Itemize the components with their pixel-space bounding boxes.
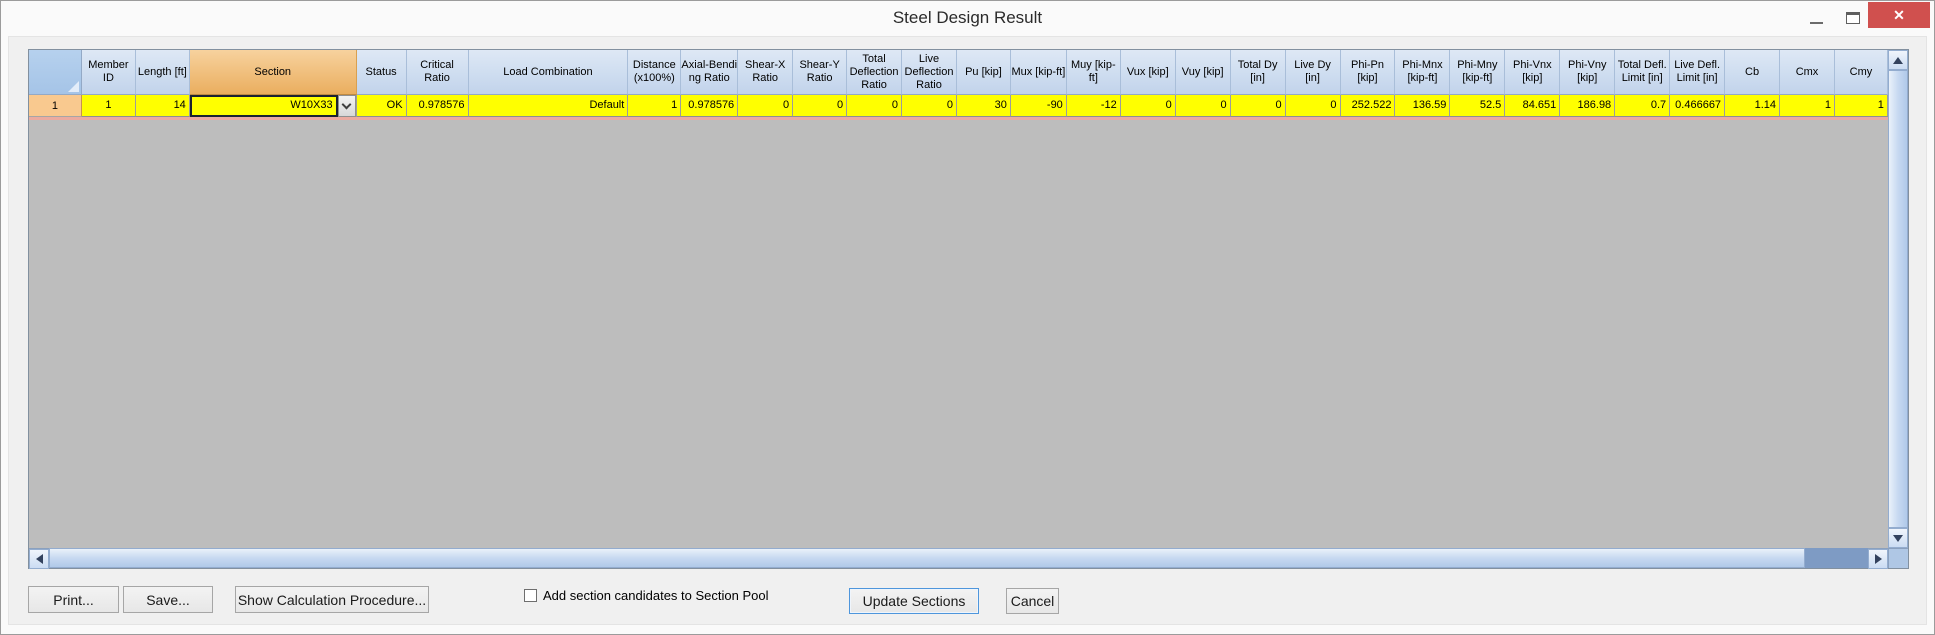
window-title: Steel Design Result <box>892 8 1043 27</box>
section-combo-dropdown-button[interactable] <box>337 95 356 117</box>
scroll-right-button[interactable] <box>1868 549 1888 569</box>
column-header-live-deflection-ratio[interactable]: Live Deflection Ratio <box>902 50 957 95</box>
steel-design-result-dialog: Steel Design Result ✕ Member ID Length [f… <box>0 0 1935 635</box>
cell-live-dy-in[interactable]: 0 <box>1285 95 1341 117</box>
cell-phi-mny-kip-ft[interactable]: 52.5 <box>1450 95 1506 117</box>
column-header-muy-kip-ft[interactable]: Muy [kip-ft] <box>1066 50 1121 95</box>
column-header-live-dy-in[interactable]: Live Dy [in] <box>1285 50 1341 95</box>
maximize-button[interactable] <box>1838 5 1868 31</box>
cell-cmx[interactable]: 1 <box>1780 95 1835 117</box>
horizontal-scrollbar[interactable] <box>29 548 1890 569</box>
dialog-content: Member ID Length [ft] Section Status Critica… <box>8 36 1927 625</box>
column-header-length-ft[interactable]: Length [ft] <box>135 50 190 95</box>
cell-shear-x-ratio[interactable]: 0 <box>738 95 794 117</box>
cell-section-combo[interactable]: W10X33 <box>189 95 357 117</box>
scroll-up-button[interactable] <box>1888 50 1908 70</box>
column-header-phi-vny-kip[interactable]: Phi-Vny [kip] <box>1560 50 1616 95</box>
column-header-cmx[interactable]: Cmx <box>1780 50 1835 95</box>
cell-member-id[interactable]: 1 <box>81 95 136 117</box>
scroll-right-icon <box>1874 554 1882 564</box>
column-header-pu-kip[interactable]: Pu [kip] <box>956 50 1011 95</box>
grid-header-row: Member ID Length [ft] Section Status Critica… <box>29 50 1888 95</box>
column-header-vuy-kip[interactable]: Vuy [kip] <box>1175 50 1231 95</box>
titlebar[interactable]: Steel Design Result ✕ <box>1 1 1934 36</box>
scroll-down-icon <box>1893 534 1903 542</box>
cell-live-deflection-ratio[interactable]: 0 <box>902 95 957 117</box>
cell-distance[interactable]: 1 <box>628 95 682 117</box>
cancel-button[interactable]: Cancel <box>1006 588 1059 614</box>
scroll-left-icon <box>35 554 43 564</box>
print-button[interactable]: Print... <box>28 586 119 613</box>
scroll-up-icon <box>1893 56 1903 64</box>
cell-status[interactable]: OK <box>356 95 407 117</box>
column-header-phi-vnx-kip[interactable]: Phi-Vnx [kip] <box>1505 50 1561 95</box>
column-header-cmy[interactable]: Cmy <box>1834 50 1888 95</box>
cell-axial-bending-ratio[interactable]: 0.978576 <box>681 95 739 117</box>
cell-phi-vnx-kip[interactable]: 84.651 <box>1505 95 1561 117</box>
vertical-scrollbar[interactable] <box>1888 50 1908 548</box>
section-combo-value[interactable]: W10X33 <box>189 95 338 117</box>
column-header-load-combination[interactable]: Load Combination <box>468 50 629 95</box>
cell-load-combination[interactable]: Default <box>468 95 629 117</box>
cell-phi-vny-kip[interactable]: 186.98 <box>1560 95 1616 117</box>
scrollbar-corner <box>1888 548 1908 568</box>
results-grid: Member ID Length [ft] Section Status Critica… <box>28 49 1909 569</box>
cell-total-dy-in[interactable]: 0 <box>1230 95 1286 117</box>
cell-mux-kip-ft[interactable]: -90 <box>1010 95 1067 117</box>
cell-total-defl-limit-in[interactable]: 0.7 <box>1615 95 1671 117</box>
column-header-mux-kip-ft[interactable]: Mux [kip-ft] <box>1010 50 1067 95</box>
column-header-member-id[interactable]: Member ID <box>81 50 136 95</box>
column-header-shear-y-ratio[interactable]: Shear-Y Ratio <box>793 50 848 95</box>
cell-phi-mnx-kip-ft[interactable]: 136.59 <box>1395 95 1451 117</box>
minimize-icon <box>1809 22 1823 24</box>
column-header-section[interactable]: Section <box>189 50 357 95</box>
horizontal-scroll-thumb[interactable] <box>49 548 1805 568</box>
cell-cb[interactable]: 1.14 <box>1725 95 1780 117</box>
cell-muy-kip-ft[interactable]: -12 <box>1066 95 1121 117</box>
update-sections-button[interactable]: Update Sections <box>849 588 979 614</box>
column-header-vux-kip[interactable]: Vux [kip] <box>1120 50 1176 95</box>
horizontal-scroll-track[interactable] <box>1805 548 1868 568</box>
column-header-total-defl-limit-in[interactable]: Total Defl. Limit [in] <box>1615 50 1671 95</box>
column-header-distance[interactable]: Distance (x100%) <box>628 50 682 95</box>
cell-vux-kip[interactable]: 0 <box>1120 95 1176 117</box>
column-header-phi-pn-kip[interactable]: Phi-Pn [kip] <box>1340 50 1396 95</box>
cell-cmy[interactable]: 1 <box>1834 95 1888 117</box>
cell-total-deflection-ratio[interactable]: 0 <box>847 95 902 117</box>
grid-data-row: 1 1 14 W10X33 OK 0.978576 Default 1 0.978576 0 0 0… <box>29 95 1888 117</box>
column-header-total-dy-in[interactable]: Total Dy [in] <box>1230 50 1286 95</box>
add-section-candidates-label: Add section candidates to Section Pool <box>543 588 769 603</box>
cell-shear-y-ratio[interactable]: 0 <box>793 95 848 117</box>
vertical-scroll-thumb[interactable] <box>1888 70 1908 528</box>
cell-critical-ratio[interactable]: 0.978576 <box>406 95 469 117</box>
column-header-total-deflection-ratio[interactable]: Total Deflection Ratio <box>847 50 903 95</box>
scroll-down-button[interactable] <box>1888 528 1908 548</box>
cell-pu-kip[interactable]: 30 <box>956 95 1011 117</box>
column-header-axial-bending-ratio[interactable]: Axial-Bendi ng Ratio <box>681 50 739 95</box>
cell-phi-pn-kip[interactable]: 252.522 <box>1340 95 1396 117</box>
save-button[interactable]: Save... <box>123 586 213 613</box>
maximize-icon <box>1846 12 1860 24</box>
cell-live-defl-limit-in[interactable]: 0.466667 <box>1670 95 1726 117</box>
close-button[interactable]: ✕ <box>1868 2 1930 28</box>
chevron-down-icon <box>341 99 352 109</box>
select-all-triangle-icon <box>67 81 79 92</box>
column-header-phi-mny-kip-ft[interactable]: Phi-Mny [kip-ft] <box>1450 50 1506 95</box>
add-section-candidates-checkbox[interactable] <box>524 589 537 602</box>
cell-length-ft[interactable]: 14 <box>135 95 190 117</box>
show-calculation-procedure-button[interactable]: Show Calculation Procedure... <box>235 586 429 613</box>
close-icon: ✕ <box>1893 7 1905 23</box>
column-header-live-defl-limit-in[interactable]: Live Defl. Limit [in] <box>1670 50 1726 95</box>
cell-vuy-kip[interactable]: 0 <box>1175 95 1231 117</box>
grid-empty-area <box>29 120 1888 548</box>
column-header-phi-mnx-kip-ft[interactable]: Phi-Mnx [kip-ft] <box>1395 50 1451 95</box>
column-header-shear-x-ratio[interactable]: Shear-X Ratio <box>738 50 794 95</box>
scroll-left-button[interactable] <box>29 549 49 569</box>
column-header-cb[interactable]: Cb <box>1725 50 1781 95</box>
select-all-cell[interactable] <box>29 50 82 95</box>
column-header-status[interactable]: Status <box>356 50 407 95</box>
column-header-critical-ratio[interactable]: Critical Ratio <box>406 50 469 95</box>
row-header-cell[interactable]: 1 <box>29 95 82 117</box>
minimize-button[interactable] <box>1798 5 1834 31</box>
